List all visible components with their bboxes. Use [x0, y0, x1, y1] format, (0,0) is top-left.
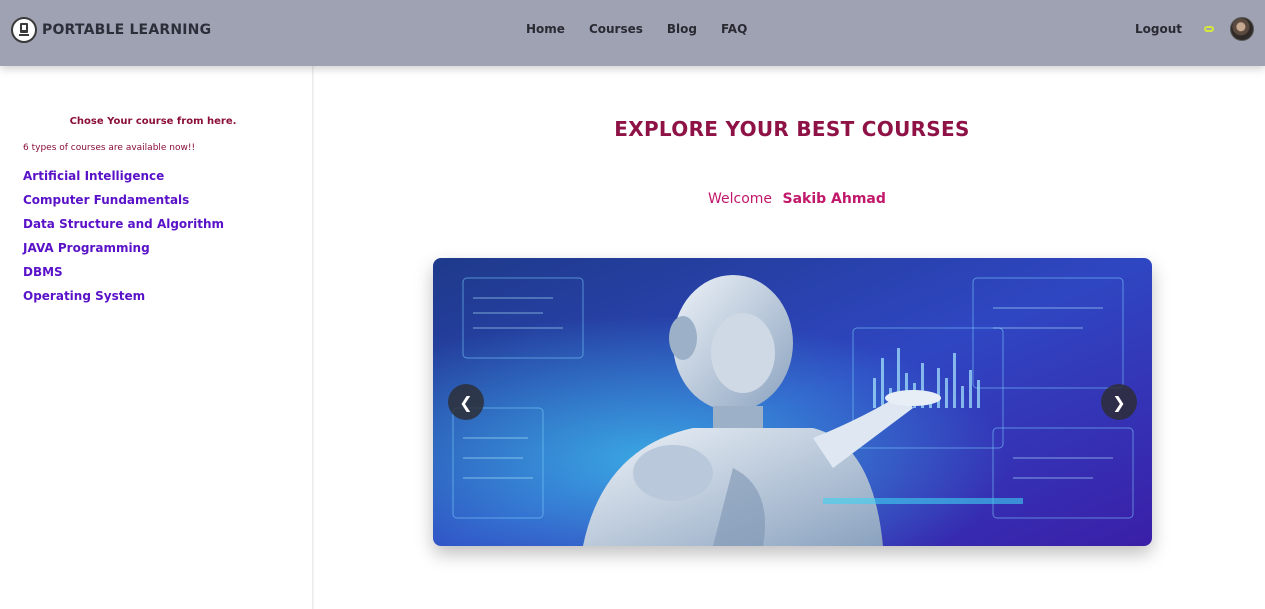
course-link-java[interactable]: JAVA Programming: [23, 241, 224, 265]
brand[interactable]: PORTABLE LEARNING: [11, 17, 211, 43]
user-name: Sakib Ahmad: [782, 191, 886, 207]
carousel-prev-button[interactable]: ❮: [448, 384, 484, 420]
main-content: EXPLORE YOUR BEST COURSES Welcome Sakib …: [314, 66, 1265, 609]
course-link-ai[interactable]: Artificial Intelligence: [23, 169, 224, 193]
course-list: Artificial Intelligence Computer Fundame…: [23, 169, 224, 313]
carousel-next-button[interactable]: ❯: [1101, 384, 1137, 420]
welcome-message: Welcome Sakib Ahmad: [708, 191, 886, 207]
course-carousel: ❮ ❯: [433, 258, 1152, 546]
sidebar-heading: Chose Your course from here.: [69, 116, 237, 127]
course-link-dsa[interactable]: Data Structure and Algorithm: [23, 217, 224, 241]
nav-courses-link[interactable]: Courses: [589, 22, 643, 36]
nav-right-group: Logout: [1135, 17, 1254, 41]
top-navbar: PORTABLE LEARNING Home Courses Blog FAQ …: [0, 0, 1265, 66]
logout-button[interactable]: Logout: [1135, 22, 1182, 36]
course-sidebar: Chose Your course from here. 6 types of …: [0, 66, 313, 609]
course-link-computer-fundamentals[interactable]: Computer Fundamentals: [23, 193, 224, 217]
course-link-dbms[interactable]: DBMS: [23, 265, 224, 289]
carousel-slide-image: [433, 258, 1152, 546]
welcome-label: Welcome: [708, 191, 773, 207]
brand-name: PORTABLE LEARNING: [42, 22, 212, 38]
sidebar-subtext: 6 types of courses are available now!!: [23, 143, 196, 153]
brand-logo-icon: [11, 17, 37, 43]
page-title: EXPLORE YOUR BEST COURSES: [614, 117, 970, 141]
user-avatar[interactable]: [1230, 17, 1254, 41]
theme-toggle-icon[interactable]: [1204, 26, 1214, 32]
main-nav: Home Courses Blog FAQ: [526, 22, 747, 36]
course-link-os[interactable]: Operating System: [23, 289, 224, 313]
nav-blog-link[interactable]: Blog: [667, 22, 697, 36]
nav-home-link[interactable]: Home: [526, 22, 565, 36]
nav-faq-link[interactable]: FAQ: [721, 22, 747, 36]
